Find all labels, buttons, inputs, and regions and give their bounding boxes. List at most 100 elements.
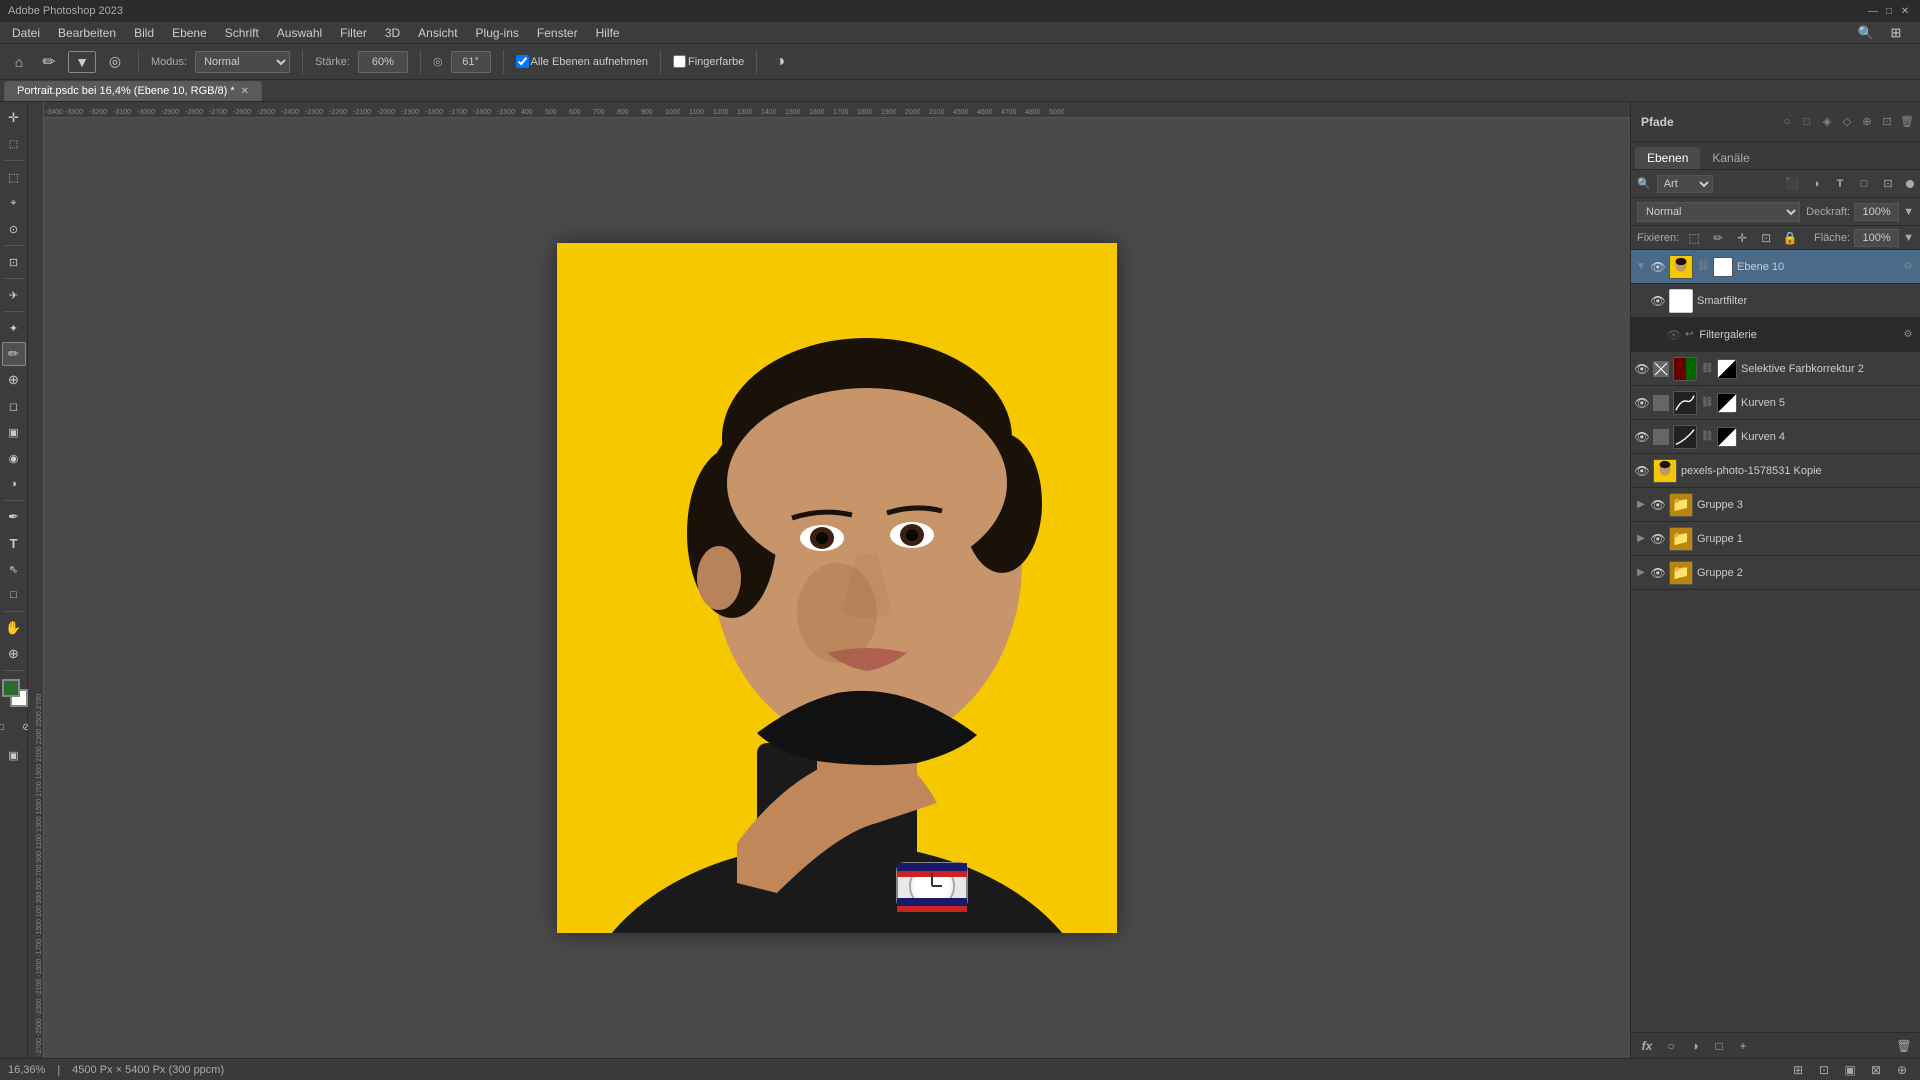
visibility-pexels[interactable]: 👁: [1635, 464, 1649, 478]
expand-gruppe2[interactable]: ▶: [1635, 567, 1647, 579]
blend-mode-select[interactable]: Normal Multiplizieren Bildschirm: [195, 51, 290, 73]
tab-ebenen[interactable]: Ebenen: [1635, 147, 1700, 169]
visibility-gruppe2[interactable]: 👁: [1651, 566, 1665, 580]
visibility-gruppe3[interactable]: 👁: [1651, 498, 1665, 512]
visibility-curves4[interactable]: 👁: [1635, 430, 1649, 444]
pressure-icon[interactable]: ◑: [769, 51, 791, 73]
hand-tool[interactable]: ✋: [2, 616, 26, 640]
workspace-button[interactable]: ⊞: [1884, 22, 1908, 44]
lock-artboard[interactable]: ⊡: [1757, 229, 1775, 247]
layer-ebene10[interactable]: ▼ 👁 ⛓ Ebene 10 ⚙: [1631, 250, 1920, 284]
gradient-tool[interactable]: ▣: [2, 420, 26, 444]
move-tool[interactable]: ✛: [2, 106, 26, 130]
maximize-button[interactable]: □: [1882, 4, 1896, 18]
eraser-tool[interactable]: ◻: [2, 394, 26, 418]
add-adjustment-button[interactable]: ◑: [1685, 1036, 1705, 1056]
status-icon-1[interactable]: ⊞: [1788, 1060, 1808, 1080]
minimize-button[interactable]: —: [1866, 4, 1880, 18]
spot-heal-tool[interactable]: ✦: [2, 316, 26, 340]
capture-all-checkbox[interactable]: [516, 55, 529, 68]
menu-auswahl[interactable]: Auswahl: [269, 24, 330, 42]
menu-schrift[interactable]: Schrift: [217, 24, 267, 42]
search-button[interactable]: 🔍: [1854, 22, 1878, 44]
visibility-selective[interactable]: 👁: [1635, 362, 1649, 376]
select-rect-tool[interactable]: ⬚: [2, 165, 26, 189]
shape-tool[interactable]: □: [2, 583, 26, 607]
screen-mode-btn[interactable]: ▣: [2, 743, 26, 767]
finger-color-label[interactable]: Fingerfarbe: [673, 55, 744, 68]
panel-icon-circle[interactable]: ○: [1778, 113, 1796, 131]
zoom-tool[interactable]: ⊕: [2, 642, 26, 666]
menu-ansicht[interactable]: Ansicht: [410, 24, 465, 42]
layer-tool-type[interactable]: T: [1830, 174, 1850, 194]
add-group-button[interactable]: □: [1709, 1036, 1729, 1056]
menu-ebene[interactable]: Ebene: [164, 24, 215, 42]
brush-size-icon[interactable]: ◎: [104, 51, 126, 73]
brush-options-icon[interactable]: ▼: [68, 51, 96, 73]
menu-bild[interactable]: Bild: [126, 24, 162, 42]
panel-icon-stroke[interactable]: ◇: [1838, 113, 1856, 131]
lasso-tool[interactable]: ⌖: [2, 191, 26, 215]
panel-icon-square[interactable]: □: [1798, 113, 1816, 131]
delete-layer-button[interactable]: 🗑: [1894, 1036, 1914, 1056]
expand-icon-ebene10[interactable]: ▼: [1635, 261, 1647, 273]
opacity-input[interactable]: [1854, 203, 1899, 221]
expand-gruppe3[interactable]: ▶: [1635, 499, 1647, 511]
layer-curves5[interactable]: 👁 ⛓ Kurven 5: [1631, 386, 1920, 420]
menu-datei[interactable]: Datei: [4, 24, 48, 42]
finger-color-checkbox[interactable]: [673, 55, 686, 68]
fill-input[interactable]: [1854, 229, 1899, 247]
standard-mode-btn[interactable]: □: [0, 715, 13, 739]
layer-gruppe3[interactable]: ▶ 👁 📁 Gruppe 3: [1631, 488, 1920, 522]
layer-tool-adjust[interactable]: ◑: [1806, 174, 1826, 194]
add-mask-button[interactable]: ○: [1661, 1036, 1681, 1056]
options-filtergalerie[interactable]: ⚙: [1900, 327, 1916, 343]
menu-fenster[interactable]: Fenster: [529, 24, 586, 42]
options-ebene10[interactable]: ⚙: [1900, 259, 1916, 275]
panel-icon-fill[interactable]: ◈: [1818, 113, 1836, 131]
visibility-ebene10[interactable]: 👁: [1651, 260, 1665, 274]
brush-icon-btn[interactable]: ✏: [38, 51, 60, 73]
visibility-curves5[interactable]: 👁: [1635, 396, 1649, 410]
menu-filter[interactable]: Filter: [332, 24, 375, 42]
layer-curves4[interactable]: 👁 ⛓ Kurven 4: [1631, 420, 1920, 454]
strength-input[interactable]: [358, 51, 408, 73]
panel-icon-save[interactable]: ⊕: [1858, 113, 1876, 131]
home-icon[interactable]: ⌂: [8, 51, 30, 73]
pen-tool[interactable]: ✒: [2, 505, 26, 529]
layer-smartfilter[interactable]: 👁 Smartfilter: [1631, 284, 1920, 318]
layer-tool-dot[interactable]: [1906, 180, 1914, 188]
layer-selective[interactable]: 👁 ⛓ Selektive Farbkorrektur 2: [1631, 352, 1920, 386]
menu-plugins[interactable]: Plug-ins: [468, 24, 527, 42]
lock-checkerboard[interactable]: ⬚: [1685, 229, 1703, 247]
status-icon-5[interactable]: ⊕: [1892, 1060, 1912, 1080]
layer-tool-pixel[interactable]: ⬛: [1782, 174, 1802, 194]
type-tool[interactable]: T: [2, 531, 26, 555]
menu-hilfe[interactable]: Hilfe: [588, 24, 628, 42]
menu-3d[interactable]: 3D: [377, 24, 408, 42]
expand-gruppe1[interactable]: ▶: [1635, 533, 1647, 545]
angle-input[interactable]: [451, 51, 491, 73]
layer-blend-select[interactable]: Normal Multiplizieren Bildschirm Weiches…: [1637, 202, 1800, 222]
panel-icon-folder[interactable]: ⊡: [1878, 113, 1896, 131]
layer-tool-shape[interactable]: □: [1854, 174, 1874, 194]
close-button[interactable]: ✕: [1898, 4, 1912, 18]
lock-brush[interactable]: ✏: [1709, 229, 1727, 247]
visibility-smartfilter[interactable]: 👁: [1651, 294, 1665, 308]
status-icon-4[interactable]: ⊠: [1866, 1060, 1886, 1080]
visibility-filtergalerie[interactable]: 👁: [1667, 328, 1681, 342]
layer-type-select[interactable]: Art Name Effekt: [1657, 175, 1713, 193]
crop-tool[interactable]: ⊡: [2, 250, 26, 274]
fx-button[interactable]: fx: [1637, 1036, 1657, 1056]
lock-move[interactable]: ✛: [1733, 229, 1751, 247]
tab-kanaele[interactable]: Kanäle: [1700, 147, 1761, 169]
panel-icon-trash[interactable]: 🗑: [1898, 113, 1916, 131]
blur-tool[interactable]: ◉: [2, 446, 26, 470]
eyedropper-tool[interactable]: ✈: [2, 283, 26, 307]
tab-close-btn[interactable]: ✕: [241, 86, 249, 97]
capture-all-label[interactable]: Alle Ebenen aufnehmen: [516, 55, 648, 68]
layer-gruppe2[interactable]: ▶ 👁 📁 Gruppe 2: [1631, 556, 1920, 590]
layer-gruppe1[interactable]: ▶ 👁 📁 Gruppe 1: [1631, 522, 1920, 556]
visibility-gruppe1[interactable]: 👁: [1651, 532, 1665, 546]
dodge-tool[interactable]: ◑: [2, 472, 26, 496]
